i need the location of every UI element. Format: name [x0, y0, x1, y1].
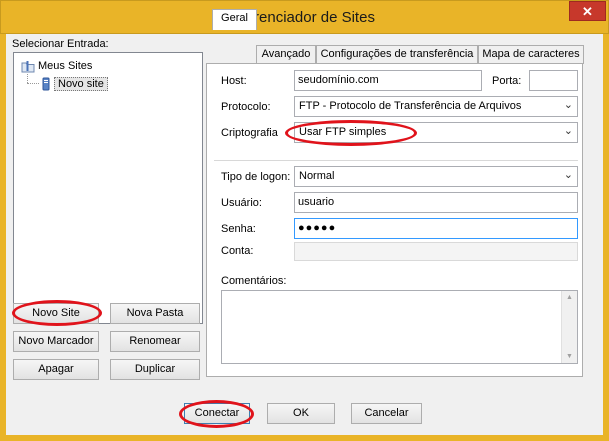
chevron-down-icon: ⌄: [563, 99, 573, 111]
encryption-value: Usar FTP simples: [299, 126, 387, 138]
protocol-label: Protocolo:: [221, 101, 271, 113]
port-input[interactable]: [529, 70, 578, 91]
new-bookmark-button[interactable]: Novo Marcador: [13, 331, 99, 352]
protocol-value: FTP - Protocolo de Transferência de Arqu…: [299, 100, 522, 112]
window-title: Gerenciador de Sites: [234, 9, 375, 26]
delete-button[interactable]: Apagar: [13, 359, 99, 380]
host-input[interactable]: seudomínio.com: [294, 70, 482, 91]
port-label: Porta:: [492, 75, 522, 87]
logon-type-label: Tipo de logon:: [221, 171, 291, 183]
comments-label: Comentários:: [221, 275, 287, 287]
scroll-down-icon[interactable]: ▼: [562, 353, 577, 360]
form-separator: [214, 160, 578, 161]
close-button[interactable]: ✕: [569, 1, 606, 21]
tab-charset[interactable]: Mapa de caracteres: [478, 45, 584, 64]
select-entry-label: Selecionar Entrada:: [12, 38, 109, 50]
chevron-down-icon: ⌄: [563, 125, 573, 137]
folder-icon: [21, 60, 35, 72]
protocol-select[interactable]: FTP - Protocolo de Transferência de Arqu…: [294, 96, 578, 117]
tab-geral[interactable]: Geral: [212, 9, 257, 30]
tree-connector: [27, 74, 28, 83]
ok-button[interactable]: OK: [267, 403, 335, 424]
account-label: Conta:: [221, 245, 254, 257]
encryption-select[interactable]: Usar FTP simples ⌄: [294, 122, 578, 143]
password-label: Senha:: [221, 223, 256, 235]
user-label: Usuário:: [221, 197, 262, 209]
duplicate-button[interactable]: Duplicar: [110, 359, 200, 380]
site-tree[interactable]: Meus Sites Novo site: [13, 52, 203, 324]
cancel-button[interactable]: Cancelar: [351, 403, 422, 424]
tab-transfer-settings[interactable]: Configurações de transferência: [316, 45, 478, 64]
account-input: [294, 242, 578, 261]
encryption-label: Criptografia: [221, 127, 278, 139]
tree-item-my-sites[interactable]: Meus Sites: [21, 58, 92, 74]
tree-root-label: Meus Sites: [38, 60, 93, 72]
new-folder-button[interactable]: Nova Pasta: [110, 303, 200, 324]
host-label: Host:: [221, 75, 247, 87]
password-input[interactable]: ●●●●●: [294, 218, 578, 239]
logon-type-select[interactable]: Normal ⌄: [294, 166, 578, 187]
chevron-down-icon: ⌄: [563, 169, 573, 181]
tree-connector: [27, 83, 39, 84]
comments-scrollbar[interactable]: ▲ ▼: [561, 291, 577, 363]
logon-type-value: Normal: [299, 170, 335, 182]
comments-textarea[interactable]: ▲ ▼: [221, 290, 578, 364]
scroll-up-icon[interactable]: ▲: [562, 294, 577, 301]
connect-button[interactable]: Conectar: [184, 403, 250, 424]
tab-avancado[interactable]: Avançado: [256, 45, 316, 64]
rename-button[interactable]: Renomear: [110, 331, 200, 352]
new-site-button[interactable]: Novo Site: [13, 303, 99, 324]
tree-item-new-site[interactable]: Novo site: [41, 76, 108, 92]
user-input[interactable]: usuario: [294, 192, 578, 213]
tree-child-label: Novo site: [54, 77, 108, 91]
title-bar: Gerenciador de Sites ✕: [0, 0, 609, 34]
server-icon: [42, 77, 50, 91]
